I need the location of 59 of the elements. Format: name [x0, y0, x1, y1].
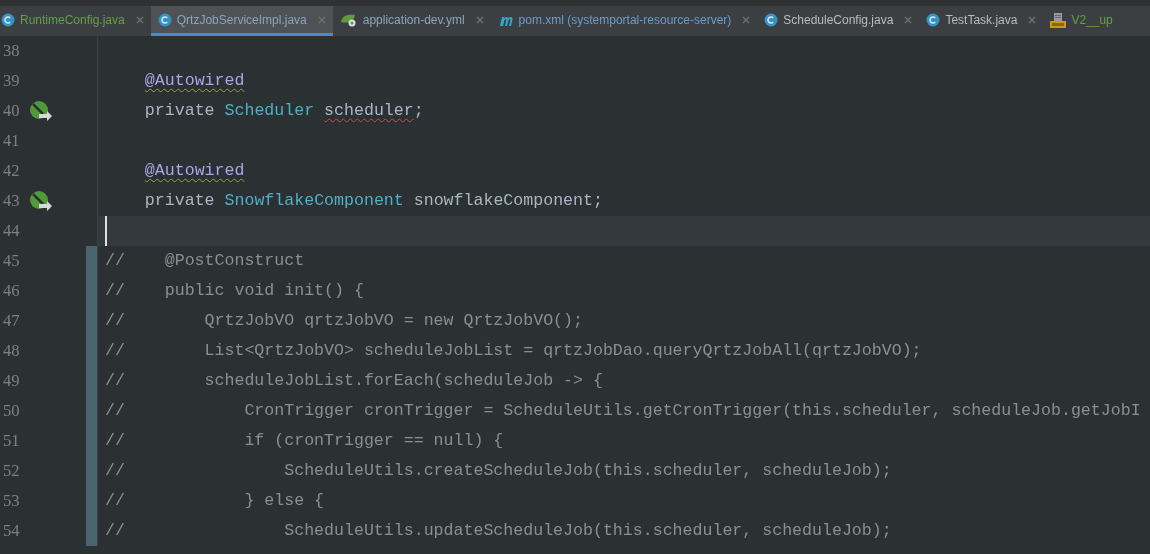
code-line: // scheduleJobList.forEach(scheduleJob -> { — [105, 369, 603, 392]
leaf-gear-icon — [339, 12, 358, 27]
editor-tab[interactable]: QrtzJobServiceImpl.java — [150, 6, 333, 36]
code-line: // ScheduleUtils.createScheduleJob(this.scheduler, scheduleJob); — [105, 459, 892, 482]
code-line: // CronTrigger cronTrigger = ScheduleUtils.getCronTrigger(this.scheduler, scheduleJob.getJobI — [105, 399, 1141, 422]
line-number: 49 — [3, 369, 21, 392]
code-line: // public void init() { — [105, 279, 364, 302]
code-line: // @PostConstruct — [105, 249, 305, 272]
line-number: 47 — [3, 309, 21, 332]
tab-label: RuntimeConfig.java — [20, 11, 125, 29]
code-line: // List<QrtzJobVO> scheduleJobList = qrtzJobDao.queryQrtzJobAll(qrtzJobVO); — [105, 339, 922, 362]
class-icon — [926, 12, 941, 27]
line-number: 52 — [3, 459, 21, 482]
line-number: 46 — [3, 279, 21, 302]
close-icon[interactable] — [1028, 15, 1037, 24]
code-line: @Autowired — [143, 69, 245, 92]
line-number: 43 — [3, 189, 21, 212]
line-number: 48 — [3, 339, 21, 362]
tab-label: QrtzJobServiceImpl.java — [176, 11, 307, 29]
class-icon — [764, 12, 779, 27]
bean-arrow-icon[interactable] — [29, 191, 53, 211]
line-number: 38 — [3, 39, 21, 62]
tab-label: ScheduleConfig.java — [783, 11, 894, 29]
tab-label: TestTask.java — [945, 11, 1018, 29]
code-line: private Scheduler scheduler; — [143, 99, 424, 122]
line-number: 45 — [3, 249, 21, 272]
line-number: 44 — [3, 219, 21, 242]
tab-label: application-dev.yml — [362, 11, 465, 29]
code-line: @Autowired — [143, 159, 245, 182]
close-icon[interactable] — [742, 15, 751, 24]
line-number: 41 — [3, 129, 21, 152]
editor-tab[interactable]: V2__up — [1043, 6, 1120, 36]
close-icon[interactable] — [135, 15, 144, 24]
code-line: // QrtzJobVO qrtzJobVO = new QrtzJobVO(); — [105, 309, 583, 332]
line-number: 39 — [3, 69, 21, 92]
line-number: 40 — [3, 99, 21, 122]
tab-label: V2__up — [1071, 11, 1113, 29]
line-number: 54 — [3, 519, 21, 542]
database-icon — [1050, 11, 1067, 28]
tab-label: pom.xml (systemportal-resource-server) — [518, 11, 732, 29]
editor-tab[interactable]: TestTask.java — [919, 6, 1044, 36]
line-number: 50 — [3, 399, 21, 422]
editor-tab[interactable]: pom.xml (systemportal-resource-server) — [490, 6, 758, 36]
code-line: private SnowflakeComponent snowflakeComponent; — [143, 189, 603, 212]
class-icon — [1, 12, 15, 27]
line-number: 42 — [3, 159, 21, 182]
close-icon[interactable] — [904, 15, 913, 24]
close-icon[interactable] — [475, 15, 484, 24]
editor-tab[interactable]: ScheduleConfig.java — [757, 6, 920, 36]
editor-tab[interactable]: RuntimeConfig.java — [0, 6, 151, 36]
editor-tab[interactable]: application-dev.yml — [332, 6, 491, 36]
code-line: // } else { — [105, 489, 325, 512]
code-line: // ScheduleUtils.updateScheduleJob(this.scheduler, scheduleJob); — [105, 519, 892, 542]
line-number: 51 — [3, 429, 21, 452]
close-icon[interactable] — [317, 15, 326, 24]
bean-arrow-icon[interactable] — [29, 101, 53, 121]
code-line: // if (cronTrigger == null) { — [105, 429, 504, 452]
class-icon — [157, 12, 172, 27]
line-number: 53 — [3, 489, 21, 512]
